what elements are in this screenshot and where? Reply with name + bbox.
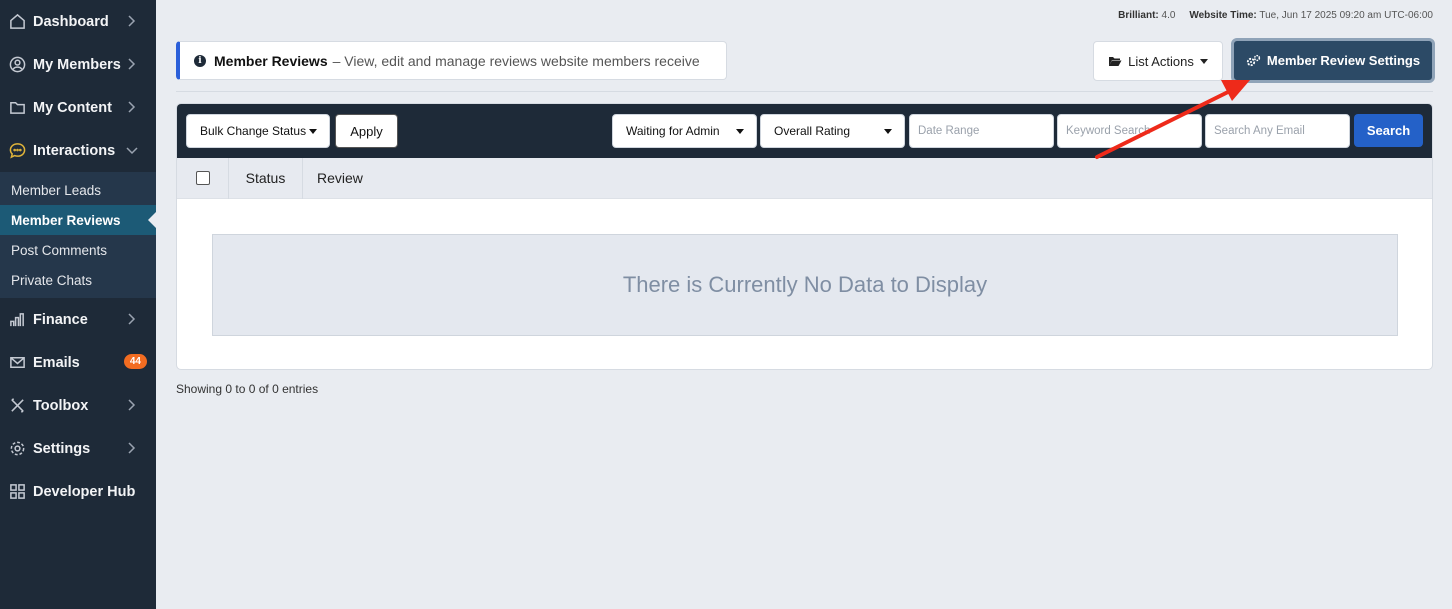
website-time-label: Website Time: (1189, 10, 1257, 21)
sidebar-item-developer-hub[interactable]: Developer Hub (0, 470, 156, 513)
column-header-status[interactable]: Status (229, 157, 303, 199)
chevron-right-icon (126, 57, 138, 71)
sidebar-item-emails[interactable]: Emails 44 (0, 341, 156, 384)
search-button[interactable]: Search (1354, 114, 1423, 147)
list-actions-button[interactable]: List Actions (1093, 41, 1223, 81)
page-title: Member Reviews (214, 52, 328, 69)
sidebar-item-finance[interactable]: Finance (0, 298, 156, 341)
select-all-checkbox[interactable] (195, 171, 210, 185)
sidebar-item-interactions[interactable]: Interactions (0, 129, 156, 172)
sidebar-item-label: My Content (33, 99, 112, 116)
sidebar-subitem-member-reviews[interactable]: Member Reviews (0, 205, 156, 235)
reviews-panel: Bulk Change Status Apply Waiting for Adm… (176, 103, 1433, 370)
sidebar-item-my-members[interactable]: My Members (0, 43, 156, 86)
site-meta: Brilliant: 4.0 Website Time: Tue, Jun 17… (1118, 10, 1433, 21)
tools-icon (8, 397, 26, 415)
sidebar-item-label: Interactions (33, 142, 116, 159)
keyword-search-input[interactable]: Keyword Search (1057, 114, 1202, 148)
emails-count-badge: 44 (123, 354, 147, 369)
bulk-change-status-select[interactable]: Bulk Change Status (186, 114, 330, 148)
website-time-value: Tue, Jun 17 2025 09:20 am UTC-06:00 (1259, 10, 1433, 21)
info-icon: i (194, 54, 206, 67)
caret-down-icon (884, 129, 892, 134)
folder-open-icon (1108, 55, 1122, 67)
grid-icon (8, 483, 26, 501)
date-range-input[interactable]: Date Range (909, 114, 1054, 148)
settings-button-label: Member Review Settings (1266, 53, 1421, 68)
chevron-right-icon (126, 14, 138, 28)
email-search-input[interactable]: Search Any Email (1205, 114, 1350, 148)
version-value: 4.0 (1161, 10, 1176, 21)
apply-button[interactable]: Apply (335, 114, 398, 148)
overall-rating-value: Overall Rating (774, 124, 851, 138)
select-all-cell (177, 157, 229, 199)
sidebar-item-label: Toolbox (33, 397, 89, 414)
user-icon (8, 56, 26, 74)
table-header: Status Review (177, 157, 1432, 199)
sidebar-item-label: Developer Hub (33, 483, 136, 500)
sidebar-subitem-private-chats[interactable]: Private Chats (0, 265, 156, 295)
sidebar-item-label: Emails (33, 354, 80, 371)
gear-icon (8, 440, 26, 458)
sidebar-item-toolbox[interactable]: Toolbox (0, 384, 156, 427)
sidebar-item-dashboard[interactable]: Dashboard (0, 0, 156, 43)
sidebar-item-label: Dashboard (33, 13, 109, 30)
sidebar-subitem-member-leads[interactable]: Member Leads (0, 175, 156, 205)
bar-chart-icon (8, 311, 26, 329)
gears-icon (1246, 54, 1261, 67)
filter-toolbar: Bulk Change Status Apply Waiting for Adm… (177, 104, 1432, 158)
sidebar: Dashboard My Members My Content Interact… (0, 0, 156, 609)
version-label: Brilliant: (1118, 10, 1159, 21)
chevron-down-icon (126, 144, 138, 158)
overall-rating-select[interactable]: Overall Rating (760, 114, 905, 148)
chevron-right-icon (126, 398, 138, 412)
bulk-change-status-label: Bulk Change Status (200, 124, 307, 138)
home-icon (8, 13, 26, 31)
empty-state-message: There is Currently No Data to Display (212, 234, 1398, 336)
status-filter-select[interactable]: Waiting for Admin (612, 114, 757, 148)
entries-summary: Showing 0 to 0 of 0 entries (176, 382, 319, 396)
chevron-right-icon (126, 441, 138, 455)
header-divider (176, 91, 1433, 92)
envelope-icon (8, 354, 26, 372)
column-header-review[interactable]: Review (303, 170, 363, 186)
folder-icon (8, 99, 26, 117)
page-description: – View, edit and manage reviews website … (332, 52, 700, 69)
status-filter-value: Waiting for Admin (626, 124, 720, 138)
member-review-settings-button[interactable]: Member Review Settings (1231, 38, 1435, 83)
sidebar-item-my-content[interactable]: My Content (0, 86, 156, 129)
sidebar-subitem-post-comments[interactable]: Post Comments (0, 235, 156, 265)
interactions-submenu: Member Leads Member Reviews Post Comment… (0, 172, 156, 298)
chat-icon (8, 142, 26, 160)
sidebar-item-label: Finance (33, 311, 88, 328)
caret-down-icon (309, 129, 317, 134)
list-actions-label: List Actions (1128, 53, 1194, 69)
page-title-box: i Member Reviews – View, edit and manage… (176, 41, 727, 80)
chevron-right-icon (126, 312, 138, 326)
caret-down-icon (1199, 58, 1208, 64)
sidebar-item-settings[interactable]: Settings (0, 427, 156, 470)
chevron-right-icon (126, 100, 138, 114)
sidebar-item-label: Settings (33, 440, 91, 457)
sidebar-item-label: My Members (33, 56, 121, 73)
caret-down-icon (736, 129, 744, 134)
